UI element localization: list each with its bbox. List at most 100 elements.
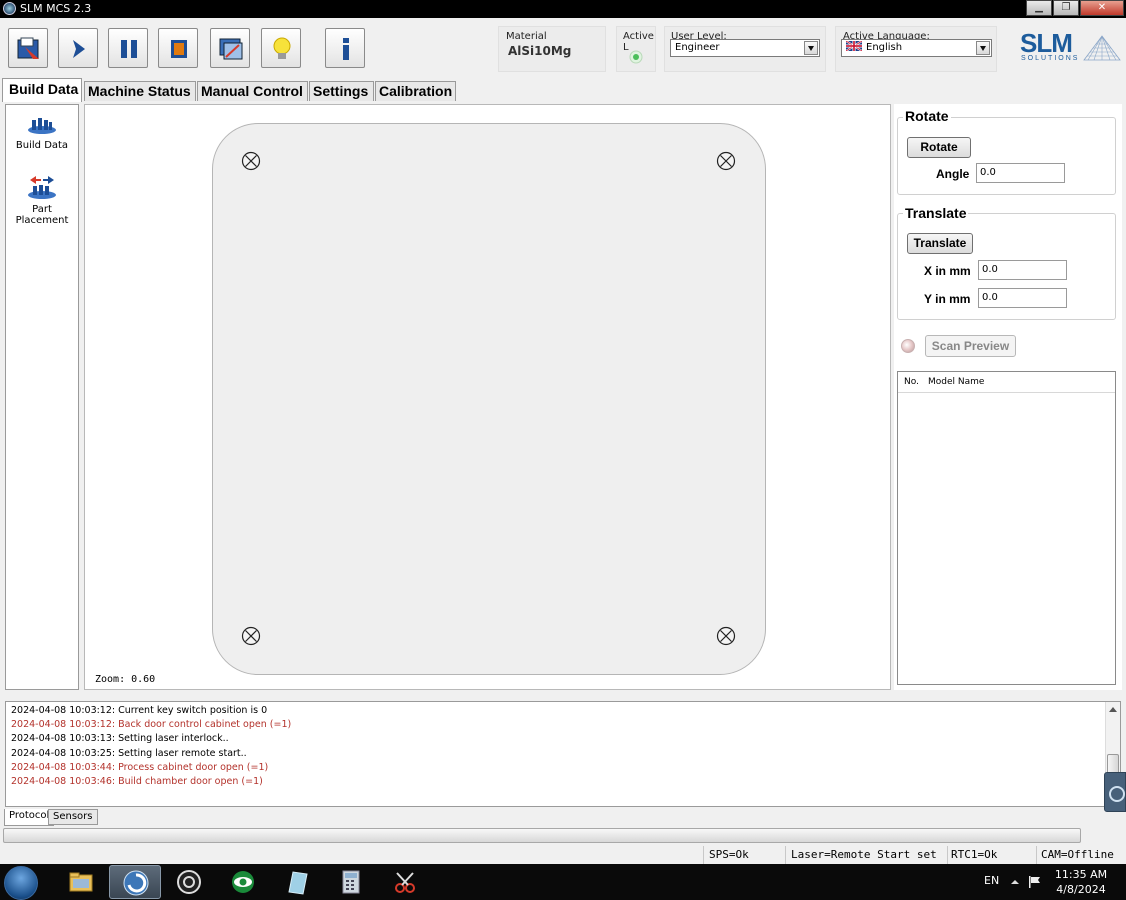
cam-status: CAM=Offline [1041,848,1114,861]
material-value: AlSi10Mg [508,44,572,58]
sidebar-item-part-placement[interactable]: Part Placement [6,175,78,226]
column-header-no[interactable]: No. [898,372,922,392]
protocol-log[interactable]: 2024-04-08 10:03:12: Current key switch … [5,701,1121,807]
taskbar-eye-app[interactable] [217,865,269,899]
sidebar-item-label: Part Placement [15,204,69,226]
taskbar-explorer[interactable] [55,865,107,899]
scroll-thumb[interactable] [3,828,1081,843]
window-title: SLM MCS 2.3 [20,2,92,15]
window-controls: ▁ ❐ ✕ [1025,0,1124,16]
zoom-level: Zoom: 0.60 [95,674,156,685]
screw-icon [241,626,261,646]
tab-build-data[interactable]: Build Data [2,78,82,102]
light-button[interactable] [261,28,301,68]
chevron-down-icon[interactable] [976,41,990,55]
status-bar: SPS=Ok Laser=Remote Start set RTC1=Ok CA… [0,846,1126,864]
pause-icon [121,40,137,58]
slm-app-icon [123,870,149,896]
taskbar-notes[interactable] [271,865,323,899]
log-line-error: 2024-04-08 10:03:46: Build chamber door … [11,776,263,788]
angle-input[interactable]: 0.0 [976,163,1065,183]
title-bar: SLM MCS 2.3 ▁ ❐ ✕ [0,0,1126,18]
scan-status-icon [901,339,915,353]
angle-label: Angle [936,167,970,181]
column-header-model-name[interactable]: Model Name [922,372,984,392]
logo-mesh-icon [1083,35,1121,61]
user-level-value: Engineer [675,42,720,53]
horizontal-scrollbar[interactable] [0,827,1126,844]
log-line: 2024-04-08 10:03:12: Current key switch … [11,705,268,716]
start-button[interactable] [58,28,98,68]
input-language[interactable]: EN [984,874,999,887]
x-label: X in mm [924,264,971,278]
sidebar-item-build-data[interactable]: Build Data [6,115,78,151]
preview-button[interactable] [210,28,250,68]
screw-icon [241,151,261,171]
models-table-header: No. Model Name [898,372,1115,393]
language-value: English [866,42,903,53]
taskbar-snipping-tool[interactable] [379,865,431,899]
stop-button[interactable] [158,28,198,68]
close-button[interactable]: ✕ [1080,0,1124,16]
rotate-button[interactable]: Rotate [907,137,971,158]
y-label: Y in mm [924,292,971,306]
tab-settings[interactable]: Settings [309,81,374,101]
tab-protocol[interactable]: Protocol [4,809,55,826]
log-line-error: 2024-04-08 10:03:12: Back door control c… [11,719,292,731]
tab-machine-status[interactable]: Machine Status [84,81,196,101]
taskbar-slm-mcs[interactable] [109,865,161,899]
stop-icon [171,40,187,58]
log-line: 2024-04-08 10:03:25: Setting laser remot… [11,747,247,759]
part-placement-icon [28,176,56,199]
calculator-icon [342,870,360,894]
taskbar-calculator[interactable] [325,865,377,899]
taskbar-camera[interactable] [163,865,215,899]
uk-flag-icon [846,41,862,51]
tab-manual-control[interactable]: Manual Control [197,81,308,101]
notes-icon [288,871,308,895]
start-button[interactable] [4,866,38,900]
scan-preview-button[interactable]: Scan Preview [925,335,1016,357]
side-tool-button[interactable] [1104,772,1126,812]
camera-icon [177,870,201,894]
folder-icon [69,872,93,892]
screw-icon [716,626,736,646]
build-data-sidebar: Build Data Part Placement [5,104,79,690]
placement-panel: Rotate Rotate Angle 0.0 Translate Transl… [894,104,1122,690]
x-input[interactable]: 0.0 [978,260,1067,280]
user-level-select[interactable]: Engineer [670,39,820,57]
language-select[interactable]: English [841,39,992,57]
minimize-button[interactable]: ▁ [1026,0,1052,16]
tab-calibration[interactable]: Calibration [375,81,456,101]
slm-logo: SLM SOLUTIONS [1016,28,1124,68]
log-line: 2024-04-08 10:03:13: Setting laser inter… [11,733,229,745]
tray-expand-icon[interactable] [1011,878,1019,886]
y-input[interactable]: 0.0 [978,288,1067,308]
eye-icon [232,871,254,893]
chevron-down-icon[interactable] [804,41,818,55]
preview-icon [219,38,243,60]
translate-title: Translate [903,205,969,221]
rotate-title: Rotate [903,108,951,124]
log-line-error: 2024-04-08 10:03:44: Process cabinet doo… [11,761,269,773]
log-lines: 2024-04-08 10:03:12: Current key switch … [11,704,291,789]
clock-date: 4/8/2024 [1056,883,1106,896]
models-table[interactable]: No. Model Name [897,371,1116,685]
tab-sensors[interactable]: Sensors [48,809,98,825]
translate-button[interactable]: Translate [907,233,973,254]
build-plate [212,123,766,675]
app-icon [3,2,16,15]
info-button[interactable] [325,28,365,68]
rtc-status: RTC1=Ok [951,848,998,861]
system-clock[interactable]: 11:35 AM 4/8/2024 [1054,867,1108,897]
build-plate-view[interactable]: Zoom: 0.60 [84,104,891,690]
maximize-button[interactable]: ❐ [1053,0,1079,16]
open-build-button[interactable] [8,28,48,68]
start-icon [73,40,85,58]
action-center-flag-icon[interactable] [1028,875,1042,889]
scroll-up-icon[interactable] [1109,707,1117,712]
info-icon [343,38,349,60]
material-label: Material [506,31,547,42]
pause-button[interactable] [108,28,148,68]
scissors-icon [395,872,415,893]
